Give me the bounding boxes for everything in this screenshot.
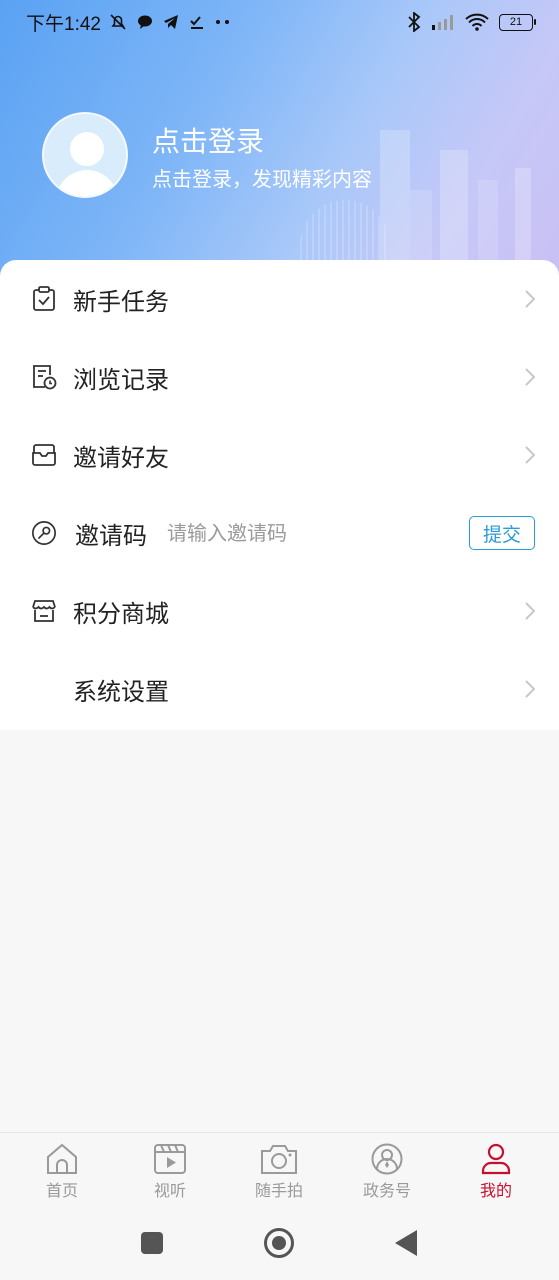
- bluetooth-icon: [408, 12, 421, 32]
- chevron-right-icon: [525, 680, 536, 698]
- home-icon: [47, 1143, 77, 1174]
- more-dots-icon: [215, 20, 229, 24]
- battery-indicator: 21: [499, 13, 536, 31]
- menu-item-label: 系统设置: [73, 677, 169, 706]
- home-button[interactable]: [264, 1228, 294, 1258]
- tab-label: 政务号: [362, 1181, 411, 1200]
- header-decoration: [300, 200, 390, 260]
- tab-label: 随手拍: [254, 1181, 303, 1200]
- menu-item-invite-code: 邀请码 提交: [0, 494, 559, 572]
- menu-item-label: 浏览记录: [73, 365, 169, 394]
- menu-item-points-mall[interactable]: 积分商城: [0, 572, 559, 650]
- tab-video[interactable]: 视听: [120, 1133, 220, 1215]
- chevron-right-icon: [525, 446, 536, 464]
- recent-apps-button[interactable]: [141, 1232, 163, 1254]
- status-time: 下午1:42: [26, 13, 101, 35]
- menu-item-browse-history[interactable]: 浏览记录: [0, 338, 559, 416]
- header-decoration: [440, 150, 468, 260]
- header-decoration: [515, 168, 531, 260]
- header-decoration: [380, 130, 410, 260]
- profile-icon: [481, 1143, 511, 1175]
- menu-item-label: 邀请码: [75, 521, 147, 550]
- menu-item-label: 新手任务: [73, 287, 169, 316]
- history-doc-icon: [31, 364, 57, 390]
- menu-item-invite-friends[interactable]: 邀请好友: [0, 416, 559, 494]
- menu-item-label: 邀请好友: [73, 443, 169, 472]
- menu-card: 新手任务 浏览记录 邀请好友 邀请码 提交 积分商城 系统设置: [0, 260, 559, 730]
- menu-item-system-settings[interactable]: 系统设置: [0, 650, 559, 728]
- login-subtitle[interactable]: 点击登录，发现精彩内容: [152, 163, 372, 192]
- login-title[interactable]: 点击登录: [152, 120, 264, 160]
- gov-account-icon: [371, 1143, 403, 1175]
- video-icon: [154, 1144, 186, 1174]
- chevron-right-icon: [525, 368, 536, 386]
- tab-label: 首页: [45, 1181, 78, 1200]
- tab-home[interactable]: 首页: [12, 1133, 112, 1215]
- menu-item-label: 积分商城: [73, 599, 169, 628]
- avatar[interactable]: [42, 112, 128, 198]
- tab-label: 视听: [153, 1181, 186, 1200]
- key-circle-icon: [31, 520, 57, 546]
- invite-code-input[interactable]: [167, 521, 447, 545]
- menu-item-novice-tasks[interactable]: 新手任务: [0, 260, 559, 338]
- bottom-tab-bar: 首页 视听 随手拍 政务号 我的: [0, 1132, 559, 1214]
- store-icon: [31, 598, 57, 624]
- chevron-right-icon: [525, 290, 536, 308]
- status-bar: 下午1:42 21: [0, 0, 559, 44]
- tab-gov-account[interactable]: 政务号: [337, 1133, 437, 1215]
- mute-bell-icon: [110, 14, 126, 30]
- camera-icon: [261, 1145, 297, 1174]
- clipboard-check-icon: [31, 286, 57, 312]
- header-decoration: [478, 180, 498, 260]
- submit-button[interactable]: 提交: [469, 516, 535, 550]
- envelope-icon: [31, 442, 57, 468]
- header-decoration: [410, 190, 432, 260]
- system-nav-bar: [0, 1214, 559, 1280]
- telegram-icon: [163, 15, 178, 29]
- wifi-icon: [465, 13, 489, 31]
- signal-icon: [432, 15, 453, 30]
- message-icon: [137, 15, 152, 29]
- back-button[interactable]: [395, 1230, 417, 1256]
- download-done-icon: [190, 16, 203, 29]
- chevron-right-icon: [525, 602, 536, 620]
- tab-label: 我的: [479, 1181, 512, 1200]
- tab-snapshot[interactable]: 随手拍: [229, 1133, 329, 1215]
- tab-mine[interactable]: 我的: [446, 1133, 546, 1215]
